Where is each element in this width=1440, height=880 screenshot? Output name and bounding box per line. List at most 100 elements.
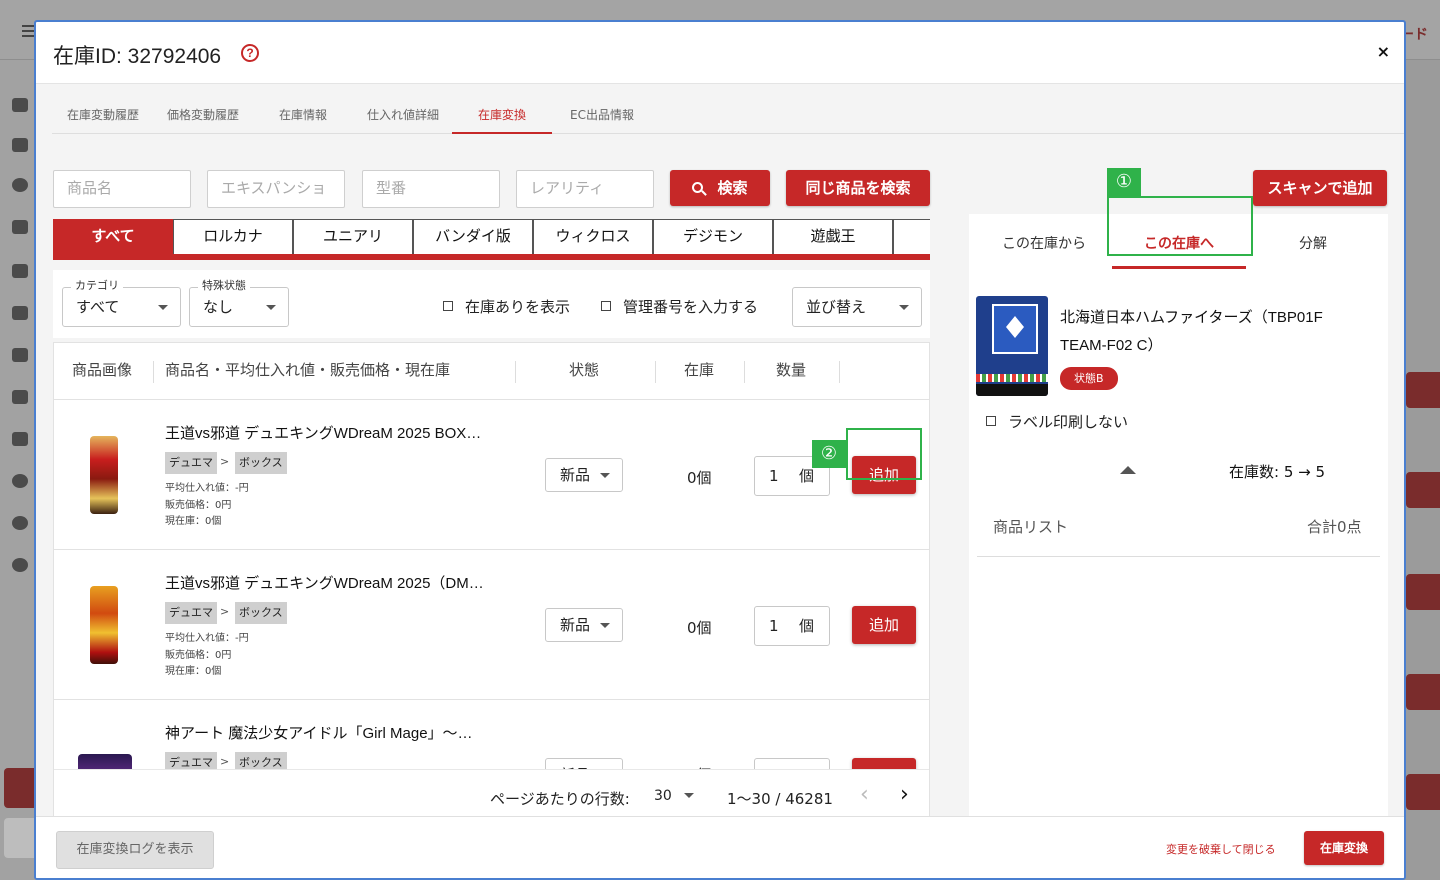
currency-icon [12, 178, 28, 192]
background-right-button [1406, 774, 1440, 810]
category-tabs: すべて ロルカナ ユニアリ バンダイ版 ウィクロス デジモン 遊戯王 デ [53, 218, 930, 262]
column-separator [839, 361, 840, 383]
tab-ec-listing[interactable]: EC出品情報 [568, 106, 636, 134]
column-header-stock: 在庫 [684, 362, 715, 379]
current-stock: 現在庫：0個 [165, 516, 222, 527]
discard-and-close-link[interactable]: 変更を破棄して閉じる [1166, 841, 1276, 857]
conversion-panel: この在庫から この在庫へ 分解 北海道日本ハムファイターズ（TBP01F TEA… [969, 214, 1388, 822]
category-underline [53, 254, 930, 260]
expansion-input[interactable]: エキスパンショ [207, 170, 345, 208]
show-conversion-log-button[interactable]: 在庫変換ログを表示 [56, 831, 214, 869]
modal-header: 在庫ID: 32792406 ? × [36, 22, 1404, 84]
product-list-divider [977, 556, 1380, 557]
category-tag: ボックス [235, 752, 287, 770]
checkbox-icon [986, 416, 996, 426]
category-tab-bandai[interactable]: バンダイ版 [413, 219, 533, 254]
background-right-button [1406, 574, 1440, 610]
sort-select[interactable]: 並び替え [792, 287, 922, 327]
mgmt-number-label: 管理番号を入力する [623, 298, 759, 316]
category-tag: ボックス [235, 602, 287, 624]
product-name[interactable]: 王道vs邪道 デュエキングWDreaM 2025 BOX… [165, 422, 481, 443]
product-image [90, 436, 118, 514]
genre-tag: デュエマ [165, 602, 217, 624]
card-footer [976, 384, 1048, 396]
inventory-icon [12, 220, 28, 234]
next-page-icon[interactable]: › [900, 782, 909, 807]
modal-footer: 在庫変換ログを表示 変更を破棄して閉じる 在庫変換 [36, 816, 1404, 878]
category-tab-digimon[interactable]: デジモン [653, 219, 773, 254]
tag-icon [12, 306, 28, 320]
settings-icon [12, 558, 28, 572]
stock-modal: 在庫ID: 32792406 ? × 在庫変動履歴 価格変動履歴 在庫情報 仕入… [34, 20, 1406, 880]
close-icon[interactable]: × [1377, 42, 1390, 61]
rows-per-page-select[interactable]: 30 [654, 788, 695, 804]
table-row: 王道vs邪道 デュエキングWDreaM 2025（DM… デュエマ > ボックス… [54, 550, 929, 700]
tab-disassemble[interactable]: 分解 [1265, 214, 1361, 274]
rarity-input[interactable]: レアリティ [516, 170, 654, 208]
in-stock-checkbox[interactable]: 在庫ありを表示 [443, 296, 570, 317]
genre-tag: デュエマ [165, 452, 217, 474]
background-left-gray [4, 818, 38, 858]
prev-page-icon[interactable]: ‹ [860, 782, 869, 807]
search-button[interactable]: 検索 [670, 170, 770, 206]
help-icon[interactable]: ? [241, 44, 259, 62]
no-label-print-label: ラベル印刷しない [1008, 413, 1129, 431]
genre-tag: デュエマ [165, 752, 217, 770]
collapse-up-icon[interactable] [1120, 466, 1136, 474]
background-left-button [4, 768, 38, 808]
annotation-badge-2: ② [812, 440, 846, 468]
detail-tabs: 在庫変動履歴 価格変動履歴 在庫情報 仕入れ値詳細 在庫変換 EC出品情報 [52, 106, 1404, 134]
product-meta: 平均仕入れ値：-円 販売価格：0円 現在庫：0個 [165, 631, 249, 681]
sort-select-value: 並び替え [806, 298, 867, 316]
product-name[interactable]: 王道vs邪道 デュエキングWDreaM 2025（DM… [165, 572, 484, 593]
model-number-input[interactable]: 型番 [362, 170, 500, 208]
truck-icon [12, 348, 28, 362]
stock-convert-button[interactable]: 在庫変換 [1304, 831, 1384, 865]
special-status-select[interactable]: 特殊状態 なし [189, 279, 289, 327]
scan-add-button[interactable]: スキャンで追加 [1253, 170, 1387, 206]
stock-change: 在庫数: 5 → 5 [1229, 463, 1326, 481]
category-tab-wixoss[interactable]: ウィクロス [533, 219, 653, 254]
chevron-down-icon [266, 305, 276, 310]
tab-price-history[interactable]: 価格変動履歴 [166, 106, 240, 134]
condition-select[interactable]: 新品 [545, 608, 623, 642]
dashboard-icon [12, 98, 28, 112]
sale-price: 販売価格：0円 [165, 499, 232, 511]
category-select-label: カテゴリ [71, 279, 123, 293]
quantity-value: 1 [769, 467, 779, 485]
background-right-button [1406, 472, 1440, 508]
product-name[interactable]: 神アート 魔法少女アイドル「Girl Mage」～… [165, 722, 473, 743]
tab-stock-history[interactable]: 在庫変動履歴 [66, 106, 140, 134]
category-tab-lorcana[interactable]: ロルカナ [173, 219, 293, 254]
cart-icon [12, 138, 28, 152]
product-name-input[interactable]: 商品名 [53, 170, 191, 208]
column-header-image: 商品画像 [72, 362, 133, 379]
category-tab-union-arena[interactable]: ユニアリ [293, 219, 413, 254]
filter-panel: カテゴリ すべて 特殊状態 なし 在庫ありを表示 管理番号を入力する 並び替え [53, 270, 930, 338]
chevron-down-icon [899, 305, 909, 310]
mgmt-number-checkbox[interactable]: 管理番号を入力する [601, 296, 758, 317]
category-tab-all[interactable]: すべて [53, 219, 173, 254]
tab-stock-info[interactable]: 在庫情報 [278, 106, 328, 134]
tab-from-this-stock[interactable]: この在庫から [989, 214, 1099, 274]
category-select[interactable]: カテゴリ すべて [62, 279, 181, 327]
card-stripe [976, 374, 1048, 382]
add-button[interactable]: 追加 [852, 606, 916, 644]
card-logo [992, 304, 1038, 354]
background-right-button [1406, 674, 1440, 710]
tab-cost-detail[interactable]: 仕入れ値詳細 [366, 106, 440, 134]
in-stock-label: 在庫ありを表示 [465, 298, 571, 316]
stock-count: 0個 [687, 469, 712, 487]
modal-body: 在庫変動履歴 価格変動履歴 在庫情報 仕入れ値詳細 在庫変換 EC出品情報 商品… [36, 84, 1404, 822]
no-label-print-checkbox[interactable]: ラベル印刷しない [986, 411, 1128, 432]
special-status-value: なし [203, 298, 234, 316]
condition-select[interactable]: 新品 [545, 458, 623, 492]
avg-cost: 平均仕入れ値：-円 [165, 483, 249, 494]
category-tab-more[interactable]: デ [893, 219, 930, 254]
column-header-quantity: 数量 [776, 362, 807, 379]
category-tab-yugioh[interactable]: 遊戯王 [773, 219, 893, 254]
same-product-search-button[interactable]: 同じ商品を検索 [786, 170, 930, 206]
tab-stock-conversion[interactable]: 在庫変換 [452, 106, 552, 134]
avg-cost: 平均仕入れ値：-円 [165, 633, 249, 644]
quantity-input[interactable]: 1 個 [754, 606, 830, 646]
